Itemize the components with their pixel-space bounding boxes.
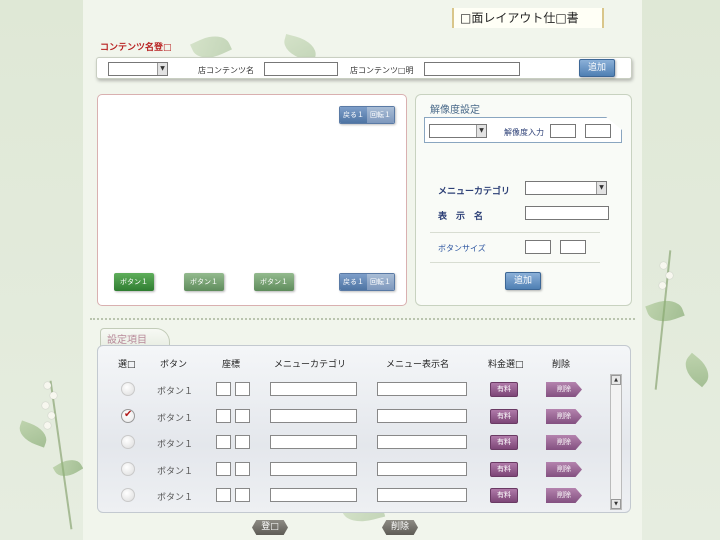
settings-scrollbar[interactable]: ▲ ▼ <box>610 374 622 510</box>
row-coord-y-input[interactable] <box>235 462 250 476</box>
scroll-down-icon[interactable]: ▼ <box>611 499 621 509</box>
col-menu-category: メニューカテゴリ <box>274 360 347 370</box>
row-delete-button[interactable]: 削除 <box>546 488 582 503</box>
row-delete-button[interactable]: 削除 <box>546 409 582 424</box>
row-menu-category-input[interactable] <box>270 488 357 502</box>
row-menu-display-input[interactable] <box>377 488 467 502</box>
row-coord-x-input[interactable] <box>216 409 231 423</box>
right-decoration <box>642 0 720 540</box>
col-select: 選□ <box>118 360 136 370</box>
left-decoration <box>0 0 84 540</box>
display-name-input[interactable] <box>525 206 609 220</box>
chevron-down-icon: ▼ <box>596 182 606 194</box>
row-coord-y-input[interactable] <box>235 382 250 396</box>
row-menu-category-input[interactable] <box>270 462 357 476</box>
row-menu-category-input[interactable] <box>270 382 357 396</box>
content-add-button[interactable]: 追加 <box>579 59 615 77</box>
row-button-name: ボタン１ <box>157 493 194 503</box>
resolution-width-input[interactable] <box>550 124 576 138</box>
row-select-radio[interactable] <box>121 488 135 502</box>
row-paid-button[interactable]: 有料 <box>490 488 518 503</box>
row-coord-y-input[interactable] <box>235 409 250 423</box>
row-delete-button[interactable]: 削除 <box>546 382 582 397</box>
row-coord-x-input[interactable] <box>216 382 231 396</box>
row-select-radio[interactable] <box>121 382 135 396</box>
back-rotate-button-bottom[interactable]: 戻る１ 回転１ <box>339 273 395 291</box>
row-delete-button[interactable]: 削除 <box>546 435 582 450</box>
row-coord-y-input[interactable] <box>235 435 250 449</box>
settings-tab[interactable]: 設定項目 <box>100 328 170 346</box>
row-button-name: ボタン１ <box>157 387 194 397</box>
row-menu-display-input[interactable] <box>377 435 467 449</box>
row-select-radio[interactable] <box>121 435 135 449</box>
resolution-input-label: 解像度入力 <box>504 128 544 137</box>
row-paid-button[interactable]: 有料 <box>490 382 518 397</box>
row-delete-button[interactable]: 削除 <box>546 462 582 477</box>
row-button-name: ボタン１ <box>157 440 194 450</box>
row-menu-display-input[interactable] <box>377 462 467 476</box>
store-content-name-input[interactable] <box>264 62 338 76</box>
preview-button-1[interactable]: ボタン１ <box>114 273 154 291</box>
chevron-down-icon: ▼ <box>157 63 167 75</box>
row-button-name: ボタン１ <box>157 414 194 424</box>
resolution-title: 解像度設定 <box>430 105 480 116</box>
chevron-down-icon: ▼ <box>476 125 486 137</box>
preview-button-3[interactable]: ボタン１ <box>254 273 294 291</box>
row-paid-button[interactable]: 有料 <box>490 409 518 424</box>
col-coordinate: 座標 <box>222 360 241 370</box>
store-content-name-label: 店コンテンツ名 <box>198 66 254 75</box>
row-paid-button[interactable]: 有料 <box>490 462 518 477</box>
col-delete: 削除 <box>552 360 571 370</box>
row-select-radio[interactable] <box>121 462 135 476</box>
register-button[interactable]: 登□ <box>252 520 288 535</box>
col-button: ボタン <box>160 360 188 370</box>
back-rotate-button-top[interactable]: 戻る１ 回転１ <box>339 106 395 124</box>
settings-panel <box>97 345 631 513</box>
button-size-width-input[interactable] <box>525 240 551 254</box>
section-divider <box>90 318 635 320</box>
row-coord-x-input[interactable] <box>216 435 231 449</box>
button-size-height-input[interactable] <box>560 240 586 254</box>
row-menu-display-input[interactable] <box>377 382 467 396</box>
row-button-name: ボタン１ <box>157 467 194 477</box>
resolution-add-button[interactable]: 追加 <box>505 272 541 290</box>
content-select[interactable]: ▼ <box>108 62 168 76</box>
store-content-desc-label: 店コンテンツ□明 <box>350 66 414 75</box>
row-coord-x-input[interactable] <box>216 488 231 502</box>
row-menu-category-input[interactable] <box>270 435 357 449</box>
button-size-label: ボタンサイズ <box>438 244 486 253</box>
row-menu-display-input[interactable] <box>377 409 467 423</box>
col-menu-display-name: メニュー表示名 <box>386 360 450 370</box>
row-select-radio[interactable] <box>121 409 135 423</box>
footer-delete-button[interactable]: 削除 <box>382 520 418 535</box>
divider <box>430 232 600 233</box>
display-name-label: 表 示 名 <box>438 212 484 222</box>
col-price-select: 料金選□ <box>488 360 524 370</box>
store-content-desc-input[interactable] <box>424 62 520 76</box>
menu-category-label: メニューカテゴリ <box>438 187 511 197</box>
row-paid-button[interactable]: 有料 <box>490 435 518 450</box>
preview-button-2[interactable]: ボタン１ <box>184 273 224 291</box>
resolution-height-input[interactable] <box>585 124 611 138</box>
row-menu-category-input[interactable] <box>270 409 357 423</box>
row-coord-x-input[interactable] <box>216 462 231 476</box>
divider <box>430 262 600 263</box>
scroll-up-icon[interactable]: ▲ <box>611 375 621 385</box>
row-coord-y-input[interactable] <box>235 488 250 502</box>
content-register-label: コンテンツ名登□ <box>100 43 172 53</box>
page-title: □面レイアウト仕□書 <box>452 8 604 28</box>
resolution-select[interactable]: ▼ <box>429 124 487 138</box>
menu-category-select[interactable]: ▼ <box>525 181 607 195</box>
